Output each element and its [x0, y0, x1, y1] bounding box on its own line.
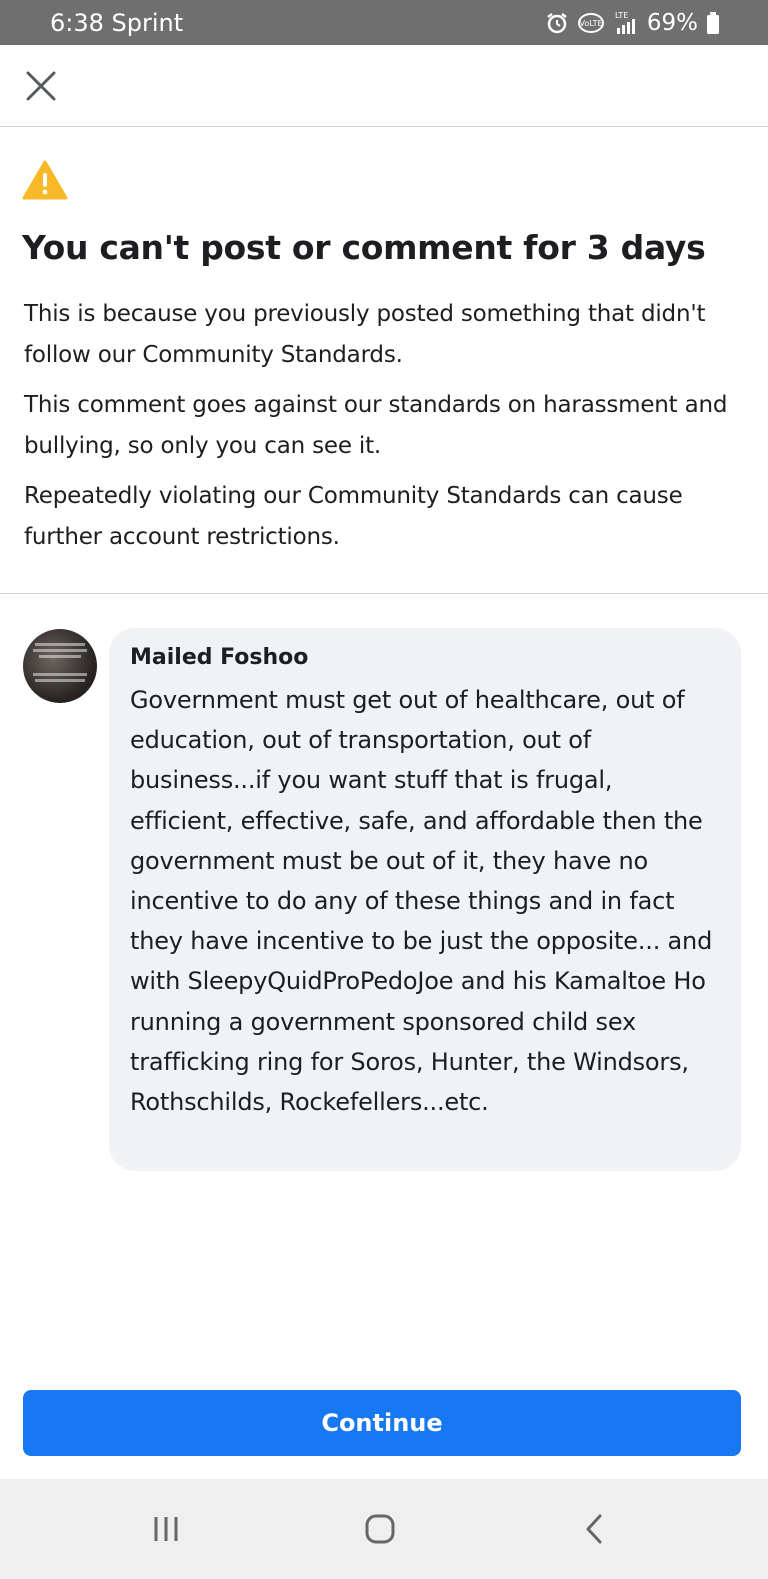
svg-text:VoLTE: VoLTE: [579, 19, 602, 28]
avatar-detail: [39, 655, 81, 658]
notice-paragraph: This comment goes against our standards …: [24, 392, 728, 459]
avatar[interactable]: [23, 629, 97, 703]
divider: [0, 593, 768, 594]
recent-apps-button[interactable]: [136, 1504, 196, 1554]
page-title: You can't post or comment for 3 days: [22, 228, 706, 267]
avatar-detail: [35, 643, 85, 646]
volte-icon: VoLTE: [577, 11, 605, 35]
status-icons: VoLTE LTE 69%: [545, 10, 720, 36]
status-bar: 6:38 Sprint VoLTE LTE 69%: [0, 0, 768, 45]
recent-apps-icon: [154, 1517, 178, 1541]
comment-bubble: Mailed Foshoo Government must get out of…: [109, 628, 741, 1171]
back-icon: [586, 1514, 602, 1544]
alarm-icon: [545, 11, 569, 35]
close-button[interactable]: [18, 63, 64, 109]
continue-button[interactable]: Continue: [23, 1390, 741, 1456]
warning-icon: [22, 160, 68, 200]
top-bar: [0, 45, 768, 127]
comment-author[interactable]: Mailed Foshoo: [130, 642, 721, 674]
svg-text:LTE: LTE: [615, 11, 628, 20]
system-nav-bar: [0, 1479, 768, 1579]
back-button[interactable]: [564, 1504, 624, 1554]
home-icon: [365, 1514, 395, 1544]
avatar-detail: [33, 649, 87, 652]
avatar-detail: [33, 673, 87, 676]
home-button[interactable]: [350, 1504, 410, 1554]
comment-text: Government must get out of healthcare, o…: [130, 686, 713, 1117]
avatar-detail: [35, 679, 85, 682]
notice-paragraph: Repeatedly violating our Community Stand…: [24, 483, 683, 550]
battery-icon: [706, 11, 720, 35]
notice-paragraph: This is because you previously posted so…: [24, 301, 706, 368]
status-time-carrier: 6:38 Sprint: [50, 8, 184, 37]
lte-signal-icon: LTE: [613, 10, 639, 36]
close-icon: [26, 71, 56, 101]
battery-percent: 69%: [646, 9, 698, 36]
